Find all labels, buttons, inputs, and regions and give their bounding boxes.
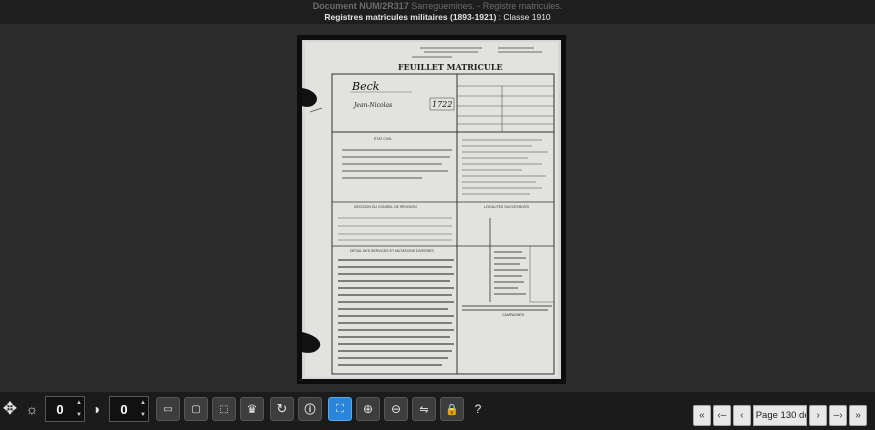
first-page-button[interactable]: « [693, 405, 711, 426]
document-scan-image: FEUILLET MATRICULE Beck Jean-Nicolas 172… [302, 40, 561, 379]
given-names-handwritten: Jean-Nicolas [352, 102, 392, 109]
document-class: : Classe 1910 [496, 12, 551, 22]
addresses-section-title: LOCALITÉS SUCCESSIVES [484, 204, 530, 209]
adjust-icon[interactable]: ⇋ [412, 397, 436, 421]
chevron-up-icon[interactable]: ▲ [140, 400, 146, 406]
help-icon[interactable]: ? [468, 397, 488, 421]
contrast-icon: ◑ [91, 401, 101, 417]
prev-page-button[interactable]: ‹ [732, 405, 751, 426]
brightness-icon: ☼ [25, 401, 39, 417]
zoom-in-icon[interactable]: ⊕ [356, 397, 380, 421]
fit-page-icon[interactable]: ⛶ [328, 397, 352, 421]
document-place: Sarreguemines. - Registre matricules. [411, 1, 563, 11]
last-page-button[interactable]: » [849, 405, 867, 426]
contrast-stepper[interactable]: ▲ ▼ [138, 397, 148, 421]
info-icon[interactable]: ⓘ [298, 397, 322, 421]
document-subtitle: Registres matricules militaires (1893-19… [324, 12, 497, 22]
services-section-title: DÉTAIL DES SERVICES ET MUTATIONS DIVERSE… [350, 248, 434, 253]
zoom-out-icon[interactable]: ⊖ [384, 397, 408, 421]
contrast-input[interactable]: 0 ▲ ▼ [109, 396, 149, 422]
next-page-button[interactable]: › [809, 405, 828, 426]
crown-icon[interactable]: ♛ [240, 397, 264, 421]
surname-handwritten: Beck [351, 80, 380, 93]
chevron-down-icon[interactable]: ▼ [140, 412, 146, 418]
campaigns-section-title: CAMPAGNES [502, 313, 525, 317]
register-number: 1722 [432, 100, 452, 109]
page-navigation: « ‹– ‹ Page 130 de 60 › –› » [693, 405, 869, 427]
brightness-stepper[interactable]: ▲ ▼ [74, 397, 84, 421]
page-indicator[interactable]: Page 130 de 60 [752, 405, 808, 426]
select-area-icon[interactable]: ⬚ [212, 397, 236, 421]
move-icon[interactable]: ✥ [0, 397, 20, 421]
image-viewer[interactable]: FEUILLET MATRICULE Beck Jean-Nicolas 172… [0, 24, 875, 392]
document-title-line: Document NUM/2R317 Sarreguemines. - Regi… [0, 0, 875, 12]
document-code: Document NUM/2R317 [312, 1, 409, 11]
next-fast-button[interactable]: –› [829, 405, 848, 426]
layout-icon[interactable]: ▭ [156, 397, 180, 421]
prev-fast-button[interactable]: ‹– [712, 405, 731, 426]
contrast-value: 0 [120, 401, 128, 417]
civil-section-title: ÉTAT CIVIL [374, 136, 392, 141]
rotate-icon[interactable]: ↻ [270, 397, 294, 421]
scanned-document[interactable]: FEUILLET MATRICULE Beck Jean-Nicolas 172… [302, 40, 561, 379]
brightness-input[interactable]: 0 ▲ ▼ [45, 396, 85, 422]
decision-section-title: DÉCISION DU CONSEIL DE RÉVISION [354, 204, 417, 209]
document-subtitle-line: Registres matricules militaires (1893-19… [0, 12, 875, 23]
document-frame[interactable]: FEUILLET MATRICULE Beck Jean-Nicolas 172… [297, 35, 566, 384]
chevron-up-icon[interactable]: ▲ [76, 400, 82, 406]
brightness-value: 0 [56, 401, 64, 417]
document-header: Document NUM/2R317 Sarreguemines. - Regi… [0, 0, 875, 24]
chevron-down-icon[interactable]: ▼ [76, 412, 82, 418]
screen-icon[interactable]: ▢ [184, 397, 208, 421]
form-title: FEUILLET MATRICULE [398, 62, 503, 72]
lock-icon[interactable]: 🔒 [440, 397, 464, 421]
